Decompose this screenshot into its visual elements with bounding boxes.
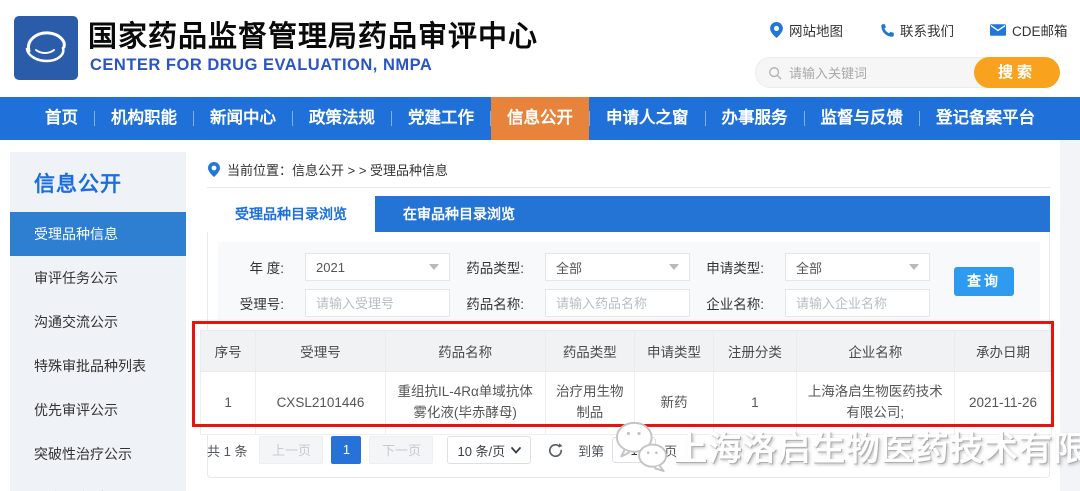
cell-date: 2021-11-26 — [953, 371, 1053, 435]
chevron-down-icon — [429, 264, 439, 270]
sidebar-item-review-tasks[interactable]: 审评任务公示 — [10, 256, 186, 300]
drug-type-label: 药品类型: — [466, 261, 524, 276]
prev-page-button[interactable]: 上一页 — [259, 436, 324, 464]
current-page-button[interactable]: 1 — [331, 436, 362, 464]
contact-link[interactable]: 联系我们 — [879, 20, 954, 40]
nav-item-party[interactable]: 党建工作 — [392, 97, 490, 140]
site-title: 国家药品监督管理局药品审评中心 — [88, 21, 539, 53]
breadcrumb-pin-icon — [208, 162, 220, 177]
mail-icon — [990, 24, 1006, 36]
mailbox-label: CDE邮箱 — [1012, 24, 1068, 39]
results-table: 序号 受理号 药品名称 药品类型 申请类型 注册分类 企业名称 承办日期 1 C… — [199, 330, 1053, 435]
col-header-date: 承办日期 — [953, 330, 1053, 372]
col-header-drug-name: 药品名称 — [384, 330, 546, 372]
search-placeholder: 请输入关键词 — [789, 66, 868, 81]
goto-label: 到第 — [578, 443, 605, 459]
table-header-row: 序号 受理号 药品名称 药品类型 申请类型 注册分类 企业名称 承办日期 — [199, 330, 1053, 372]
apply-type-label: 申请类型: — [706, 261, 764, 276]
breadcrumb-divider — [207, 187, 1050, 188]
nav-item-home[interactable]: 首页 — [29, 97, 94, 140]
sitemap-link[interactable]: 网站地图 — [770, 20, 843, 40]
chevron-down-icon — [511, 446, 522, 454]
breadcrumb-label: 当前位置：信息公开 > > 受理品种信息 — [227, 163, 449, 178]
sidebar-item-communication[interactable]: 沟通交流公示 — [10, 300, 186, 344]
nav-item-applicant[interactable]: 申请人之窗 — [590, 97, 705, 140]
sidebar-title: 信息公开 — [34, 173, 122, 196]
content-tabbar: 受理品种目录浏览 在审品种目录浏览 — [207, 196, 1050, 232]
nav-item-info-disclosure[interactable]: 信息公开 — [491, 97, 589, 140]
year-select[interactable]: 2021 — [305, 253, 450, 281]
next-page-button[interactable]: 下一页 — [369, 436, 434, 464]
nav-item-policy[interactable]: 政策法规 — [293, 97, 391, 140]
search-icon — [769, 66, 782, 80]
query-button[interactable]: 查询 — [954, 267, 1014, 296]
refresh-icon[interactable] — [547, 442, 564, 459]
nav-item-news[interactable]: 新闻中心 — [194, 97, 292, 140]
table-row: 1 CXSL2101446 重组抗IL-4Rα单域抗体雾化液(毕赤酵母) 治疗用… — [199, 371, 1053, 435]
filter-panel: 年 度: 2021 药品类型: 全部 申请类型: 全部 受理号: 药品名称: 企… — [218, 242, 1040, 320]
cell-index: 1 — [199, 371, 257, 435]
apply-type-select-value: 全部 — [796, 260, 823, 276]
nav-item-registration-platform[interactable]: 登记备案平台 — [920, 97, 1051, 140]
breadcrumb: 当前位置：信息公开 > > 受理品种信息 — [208, 160, 448, 179]
sidebar-item-breakthrough-therapy[interactable]: 突破性治疗公示 — [10, 432, 186, 476]
drug-name-input[interactable] — [545, 289, 690, 317]
search-input[interactable]: 请输入关键词 — [755, 57, 1005, 88]
cell-company: 上海洛启生物医药技术有限公司; — [795, 371, 955, 435]
sidebar: 信息公开 受理品种信息 审评任务公示 沟通交流公示 特殊审批品种列表 优先审评公… — [10, 152, 186, 491]
header-searchbar: 请输入关键词 搜索 — [755, 57, 1060, 88]
cde-logo — [14, 16, 78, 80]
year-select-value: 2021 — [316, 259, 345, 275]
search-button[interactable]: 搜索 — [974, 57, 1060, 88]
cell-accept-no: CXSL2101446 — [255, 371, 386, 435]
main-nav: 首页 机构职能 新闻中心 政策法规 党建工作 信息公开 申请人之窗 办事服务 监… — [0, 97, 1080, 140]
header-quick-links: 网站地图 联系我们 CDE邮箱 — [770, 20, 1068, 40]
tab-under-review-catalog[interactable]: 在审品种目录浏览 — [375, 196, 543, 232]
col-header-accept-no: 受理号 — [255, 330, 386, 372]
col-header-company: 企业名称 — [795, 330, 955, 372]
accept-no-label: 受理号: — [239, 297, 284, 312]
site-header: 国家药品监督管理局药品审评中心 CENTER FOR DRUG EVALUATI… — [0, 0, 1080, 97]
col-header-index: 序号 — [199, 330, 257, 372]
accept-no-input[interactable] — [305, 289, 450, 317]
col-header-drug-type: 药品类型 — [544, 330, 635, 372]
sidebar-item-priority-review[interactable]: 优先审评公示 — [10, 388, 186, 432]
page-right-margin — [1060, 140, 1080, 491]
sidebar-item-special-approval[interactable]: 特殊审批品种列表 — [10, 344, 186, 388]
pagination: 共 1 条 上一页 1 下一页 10 条/页 到第 页 — [207, 436, 677, 464]
nav-item-supervision[interactable]: 监督与反馈 — [805, 97, 920, 140]
site-subtitle: CENTER FOR DRUG EVALUATION, NMPA — [90, 56, 433, 74]
year-label: 年 度: — [249, 261, 284, 276]
sitemap-label: 网站地图 — [789, 24, 843, 39]
cell-apply-type: 新药 — [633, 371, 715, 435]
sidebar-item-accepted-varieties[interactable]: 受理品种信息 — [10, 212, 186, 256]
company-label: 企业名称: — [706, 297, 764, 312]
cell-reg-class: 1 — [713, 371, 797, 435]
col-header-reg-class: 注册分类 — [713, 330, 797, 372]
col-header-apply-type: 申请类型 — [633, 330, 715, 372]
sidebar-item-three-in-one[interactable]: 三合一序列公示 — [10, 476, 186, 491]
nav-item-services[interactable]: 办事服务 — [706, 97, 804, 140]
page-size-select[interactable]: 10 条/页 — [447, 436, 532, 464]
chevron-down-icon — [669, 264, 679, 270]
chevron-down-icon — [909, 264, 919, 270]
cell-drug-type: 治疗用生物制品 — [544, 371, 635, 435]
tab-accepted-catalog[interactable]: 受理品种目录浏览 — [207, 196, 375, 232]
company-input[interactable] — [785, 289, 930, 317]
goto-unit: 页 — [664, 443, 678, 459]
drug-name-label: 药品名称: — [466, 297, 524, 312]
pagination-total: 共 1 条 — [207, 443, 248, 459]
apply-type-select[interactable]: 全部 — [785, 253, 930, 281]
drug-type-select-value: 全部 — [556, 260, 583, 276]
location-pin-icon — [770, 22, 783, 38]
phone-icon — [881, 23, 894, 37]
mailbox-link[interactable]: CDE邮箱 — [990, 20, 1068, 40]
drug-type-select[interactable]: 全部 — [545, 253, 690, 281]
cell-drug-name: 重组抗IL-4Rα单域抗体雾化液(毕赤酵母) — [384, 371, 546, 435]
goto-page-input[interactable] — [612, 437, 657, 463]
nav-item-functions[interactable]: 机构职能 — [95, 97, 193, 140]
contact-label: 联系我们 — [900, 24, 954, 39]
page-size-value: 10 条/页 — [457, 443, 506, 459]
